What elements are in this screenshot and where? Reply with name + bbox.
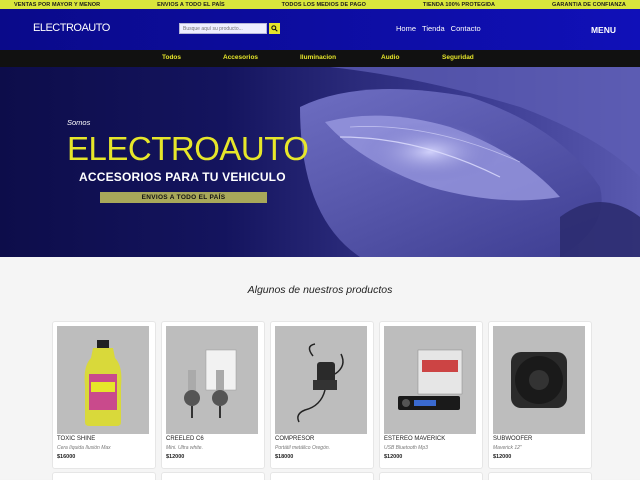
product-image <box>57 326 149 434</box>
product-price: $12000 <box>166 454 185 460</box>
announcement-bar: VENTAS POR MAYOR Y MENOR ENVIOS A TODO E… <box>0 0 640 9</box>
product-card-partial[interactable] <box>488 472 592 480</box>
announcement-item: ENVIOS A TODO EL PAÍS <box>157 1 225 8</box>
hero-tagline: ACCESORIOS PARA TU VEHICULO <box>79 170 286 184</box>
category-bar: Todos Accesorios Iluminacion Audio Segur… <box>0 50 640 67</box>
section-title: Algunos de nuestros productos <box>247 284 393 296</box>
bottle-icon <box>84 340 122 426</box>
product-card[interactable]: TOXIC SHINE Cera líquida Ilusión Max $16… <box>52 321 156 469</box>
led-bulb-icon <box>184 349 237 418</box>
announcement-item: TODOS LOS MEDIOS DE PAGO <box>281 1 367 8</box>
product-image <box>275 326 367 434</box>
product-name: COMPRESOR <box>275 436 315 442</box>
product-description: USB Bluetooth Mp3 <box>384 445 428 451</box>
product-card[interactable]: ESTEREO MAVERICK USB Bluetooth Mp3 $1200… <box>379 321 483 469</box>
product-description: Portátil metálico Oregón. <box>275 445 331 451</box>
product-image <box>384 326 476 434</box>
product-name: ESTEREO MAVERICK <box>384 436 446 442</box>
product-name: SUBWOOFER <box>493 436 533 442</box>
category-audio[interactable]: Audio <box>381 54 399 61</box>
product-card[interactable]: SUBWOOFER Maverick 12" $12000 <box>488 321 592 469</box>
hero-kicker: Somos <box>67 118 91 127</box>
category-todos[interactable]: Todos <box>162 54 181 61</box>
announcement-item: TIENDA 100% PROTEGIDA <box>422 1 496 8</box>
nav-tienda[interactable]: Tienda <box>422 24 445 33</box>
product-price: $16000 <box>57 454 76 460</box>
search-button[interactable] <box>269 23 280 34</box>
product-image <box>166 326 258 434</box>
menu-button[interactable]: MENU <box>591 25 616 35</box>
car-stereo-icon <box>398 349 463 410</box>
product-card-partial[interactable] <box>270 472 374 480</box>
product-name: TOXIC SHINE <box>57 436 96 442</box>
search-input[interactable] <box>179 23 267 34</box>
product-price: $12000 <box>384 454 403 460</box>
product-card-partial[interactable] <box>52 472 156 480</box>
announcement-item: GARANTIA DE CONFIANZA <box>551 1 626 8</box>
category-seguridad[interactable]: Seguridad <box>442 54 474 61</box>
site-header: ELECTROAUTO Home Tienda Contacto MENU <box>0 9 640 50</box>
product-card[interactable]: COMPRESOR Portátil metálico Oregón. $180… <box>270 321 374 469</box>
hero-banner: Somos ELECTROAUTO ACCESORIOS PARA TU VEH… <box>0 67 640 257</box>
product-card-partial[interactable] <box>161 472 265 480</box>
site-logo[interactable]: ELECTROAUTO <box>33 22 110 34</box>
hero-title: ELECTROAUTO <box>67 130 309 167</box>
product-card[interactable]: CREELED C6 Mini. Ultra white. $12000 <box>161 321 265 469</box>
product-price: $12000 <box>493 454 512 460</box>
product-description: Mini. Ultra white. <box>166 445 203 451</box>
category-accesorios[interactable]: Accesorios <box>223 54 258 61</box>
subwoofer-icon <box>511 352 567 408</box>
shipping-button[interactable]: ENVIOS A TODO EL PAÍS <box>100 192 267 203</box>
main-nav: Home Tienda Contacto <box>396 24 481 33</box>
product-price: $18000 <box>275 454 294 460</box>
search-icon <box>271 25 278 32</box>
products-section: Algunos de nuestros productos TOXIC SHIN… <box>0 257 640 480</box>
product-description: Cera líquida Ilusión Max <box>57 445 111 451</box>
announcement-item: VENTAS POR MAYOR Y MENOR <box>14 1 101 8</box>
nav-home[interactable]: Home <box>396 24 416 33</box>
product-card-partial[interactable] <box>379 472 483 480</box>
search-bar <box>179 23 280 34</box>
nav-contacto[interactable]: Contacto <box>451 24 481 33</box>
category-iluminacion[interactable]: Iluminacion <box>300 54 336 61</box>
product-description: Maverick 12" <box>493 445 522 451</box>
compressor-icon <box>297 343 344 423</box>
product-image <box>493 326 585 434</box>
product-name: CREELED C6 <box>166 436 204 442</box>
